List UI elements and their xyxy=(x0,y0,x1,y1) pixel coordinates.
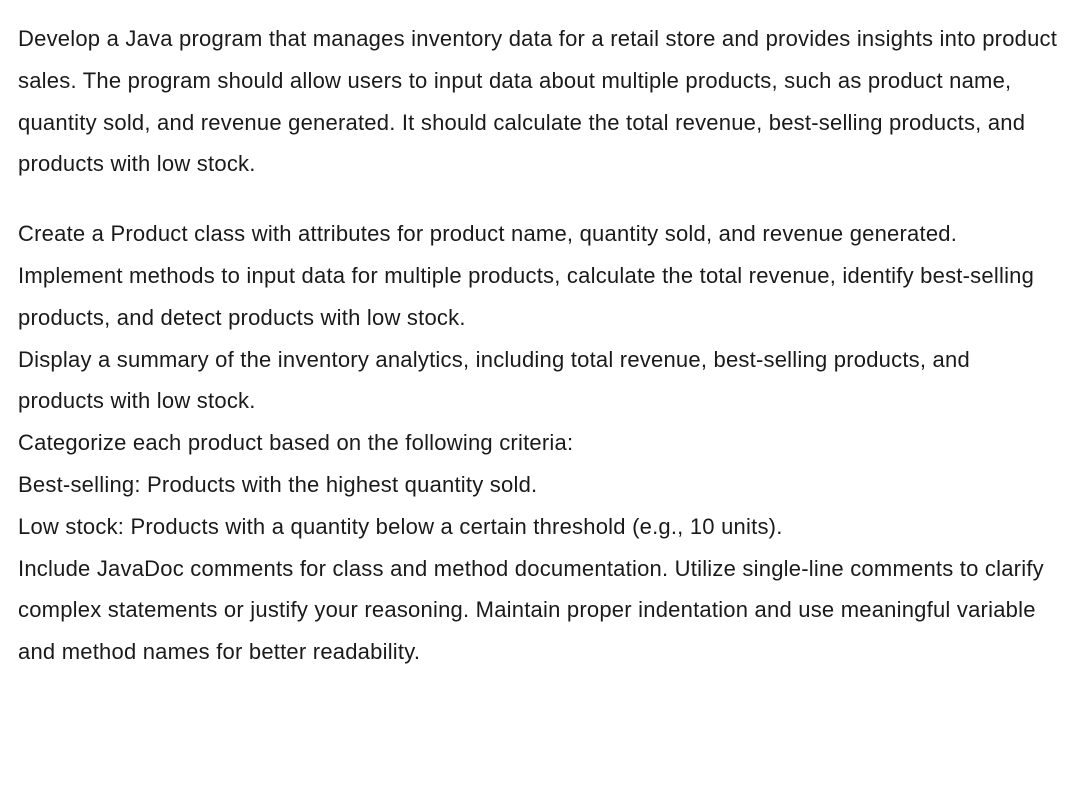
requirement-line: Create a Product class with attributes f… xyxy=(18,213,1062,255)
intro-paragraph: Develop a Java program that manages inve… xyxy=(18,18,1062,185)
requirements-paragraph: Create a Product class with attributes f… xyxy=(18,213,1062,673)
requirement-line: Display a summary of the inventory analy… xyxy=(18,339,1062,423)
requirement-line: Categorize each product based on the fol… xyxy=(18,422,1062,464)
requirement-line: Include JavaDoc comments for class and m… xyxy=(18,548,1062,673)
requirement-line: Implement methods to input data for mult… xyxy=(18,255,1062,339)
requirement-line: Best-selling: Products with the highest … xyxy=(18,464,1062,506)
requirement-line: Low stock: Products with a quantity belo… xyxy=(18,506,1062,548)
